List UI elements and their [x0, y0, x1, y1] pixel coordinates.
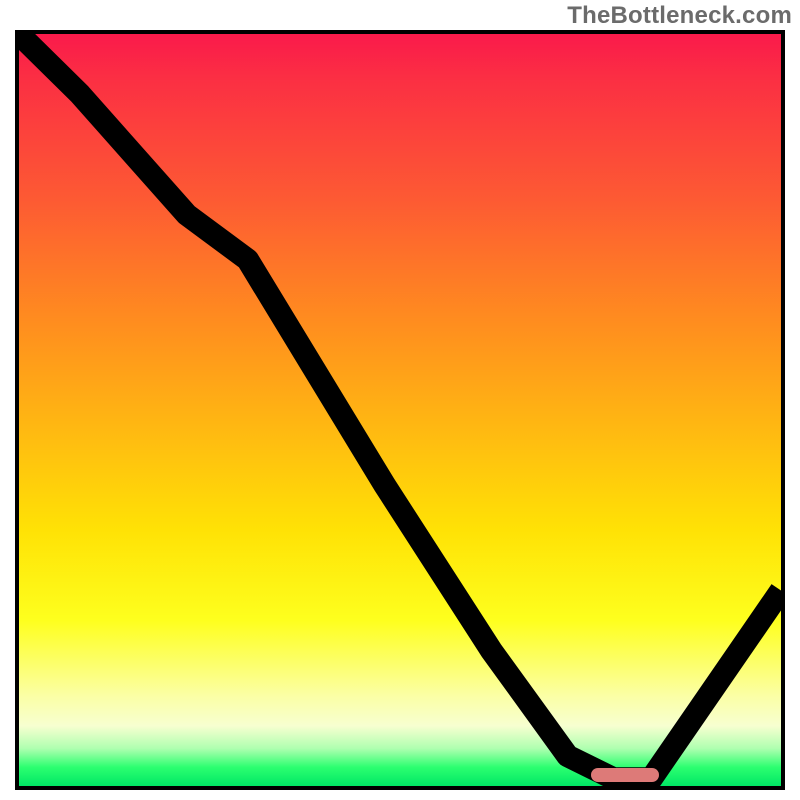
plot-area	[19, 34, 781, 786]
bottleneck-curve	[19, 34, 781, 786]
optimal-range-marker	[591, 768, 660, 782]
watermark-label: TheBottleneck.com	[567, 2, 792, 30]
chart-frame: TheBottleneck.com	[0, 0, 800, 800]
plot-border	[15, 30, 785, 790]
